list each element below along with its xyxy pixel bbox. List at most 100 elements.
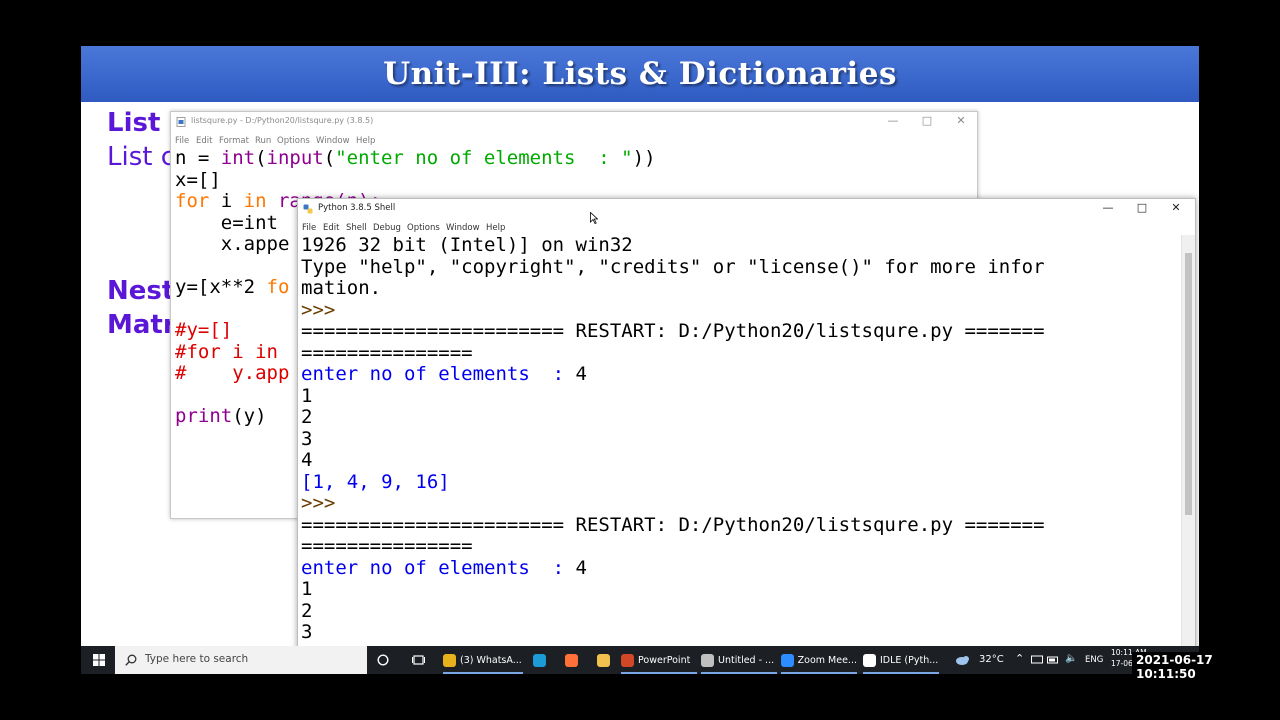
search-icon	[125, 654, 137, 666]
taskbar-app[interactable]: Zoom Mee...	[781, 646, 857, 674]
shell-line: 2	[301, 406, 313, 428]
shell-line: ======================= RESTART: D:/Pyth…	[301, 513, 1045, 536]
menu-window[interactable]: Window	[446, 223, 480, 233]
cortana-icon[interactable]	[377, 654, 389, 666]
shell-line: ===============	[301, 535, 473, 557]
slide-bullet-list-comprehension: List c	[107, 142, 176, 172]
minimize-icon[interactable]: —	[1098, 201, 1118, 214]
taskbar: Type here to search (3) WhatsA... PowerPo…	[81, 646, 1199, 674]
menu-help[interactable]: Help	[486, 223, 505, 233]
slide-title: Unit-III: Lists & Dictionaries	[383, 56, 897, 92]
minimize-icon[interactable]: —	[883, 114, 903, 127]
idle-icon	[863, 653, 876, 667]
app-active-indicator	[621, 672, 697, 674]
editor-title: listsqure.py - D:/Python20/listsqure.py …	[191, 116, 374, 125]
menu-window[interactable]: Window	[316, 136, 350, 146]
shell-line: 1	[301, 578, 313, 600]
taskbar-app[interactable]	[559, 646, 587, 674]
shell-user-input: 4	[575, 363, 587, 385]
editor-menubar: File Edit Format Run Options Window Help	[171, 134, 977, 148]
taskbar-app[interactable]: PowerPoint	[621, 646, 697, 674]
shell-line: enter no of elements : 4	[301, 363, 587, 385]
taskbar-app-label: Untitled - ...	[718, 654, 775, 666]
taskbar-app-label: Zoom Mee...	[797, 654, 857, 666]
shell-line: 4	[301, 449, 313, 471]
volume-icon[interactable]: 🔈	[1065, 653, 1077, 664]
mouse-cursor-icon	[590, 212, 598, 224]
taskbar-app[interactable]	[591, 646, 619, 674]
app-active-indicator	[863, 672, 939, 674]
slide-heading-matrix: Matr	[107, 310, 176, 340]
shell-line: 1	[301, 384, 313, 407]
zoom-icon	[781, 653, 794, 667]
shell-window[interactable]: Python 3.8.5 Shell — □ ✕ File Edit Shell…	[297, 198, 1196, 660]
shell-line: >>>	[301, 298, 347, 321]
menu-file[interactable]: File	[175, 136, 189, 146]
menu-file[interactable]: File	[302, 223, 316, 233]
scrollbar-thumb[interactable]	[1185, 253, 1192, 515]
menu-edit[interactable]: Edit	[196, 136, 212, 146]
chrome-icon	[443, 653, 456, 667]
taskbar-app[interactable]: (3) WhatsA...	[443, 646, 523, 674]
weather-icon[interactable]	[955, 654, 971, 666]
menu-options[interactable]: Options	[407, 223, 440, 233]
taskbar-search-box[interactable]: Type here to search	[115, 646, 367, 674]
close-icon[interactable]: ✕	[951, 114, 971, 127]
powerpoint-icon	[621, 653, 634, 667]
shell-line: 2	[301, 599, 313, 622]
shell-titlebar[interactable]: Python 3.8.5 Shell — □ ✕	[298, 199, 1195, 219]
shell-line: enter no of elements : 4	[301, 556, 587, 579]
maximize-icon[interactable]: □	[1132, 201, 1152, 214]
slide-heading-nested: Nest	[107, 276, 175, 306]
slide-heading-list: List	[107, 108, 161, 138]
windows-start-icon[interactable]	[93, 654, 105, 666]
search-placeholder: Type here to search	[145, 653, 249, 665]
maximize-icon[interactable]: □	[917, 114, 937, 127]
editor-titlebar[interactable]: listsqure.py - D:/Python20/listsqure.py …	[171, 112, 977, 132]
taskbar-app-label: IDLE (Pyth...	[880, 654, 939, 666]
menu-format[interactable]: Format	[219, 136, 249, 146]
weather-temp[interactable]: 32°C	[979, 654, 1004, 665]
task-view-icon[interactable]	[412, 654, 425, 666]
taskbar-app-label: (3) WhatsA...	[460, 654, 522, 666]
overlay-timestamp: 2021-06-17 10:11:50	[1132, 652, 1280, 682]
shell-output-area[interactable]: 1926 32 bit (Intel)] on win32 Type "help"…	[301, 234, 1045, 644]
shell-line: [1, 4, 9, 16]	[301, 470, 450, 493]
app-active-indicator	[701, 672, 777, 674]
menu-options[interactable]: Options	[277, 136, 310, 146]
shell-line: 3	[301, 427, 313, 450]
menu-run[interactable]: Run	[255, 136, 271, 146]
shell-line: ======================= RESTART: D:/Pyth…	[301, 320, 1045, 342]
menu-debug[interactable]: Debug	[373, 223, 401, 233]
language-indicator[interactable]: ENG	[1085, 655, 1103, 665]
shell-line: 3	[301, 621, 313, 643]
code-line-1: n = int(input("enter no of elements : ")…	[175, 147, 656, 169]
firefox-icon	[564, 653, 578, 667]
tray-chevron-up-icon[interactable]: ⌃	[1015, 652, 1024, 665]
network-icon[interactable]	[1031, 655, 1043, 665]
shell-line: Type "help", "copyright", "credits" or "…	[301, 255, 1045, 278]
shell-line: mation.	[301, 277, 382, 299]
menu-help[interactable]: Help	[356, 136, 375, 146]
menu-shell[interactable]: Shell	[346, 223, 367, 233]
taskbar-app[interactable]: IDLE (Pyth...	[863, 646, 939, 674]
shell-line: ===============	[301, 341, 473, 364]
shell-user-input: 4	[575, 556, 587, 579]
shell-line: >>>	[301, 492, 347, 514]
paint-icon	[701, 653, 714, 667]
app-active-indicator	[443, 672, 523, 674]
edge-icon	[532, 653, 546, 667]
shell-line: 1926 32 bit (Intel)] on win32	[301, 234, 633, 256]
slide-title-banner: Unit-III: Lists & Dictionaries	[81, 46, 1199, 102]
python-icon	[303, 204, 313, 214]
taskbar-app-label: PowerPoint	[638, 654, 691, 666]
battery-icon[interactable]	[1047, 655, 1059, 665]
close-icon[interactable]: ✕	[1166, 201, 1186, 214]
menu-edit[interactable]: Edit	[323, 223, 339, 233]
taskbar-app[interactable]	[527, 646, 555, 674]
folder-icon	[596, 653, 610, 667]
shell-scrollbar[interactable]	[1181, 235, 1195, 659]
python-file-icon	[176, 117, 186, 127]
taskbar-app[interactable]: Untitled - ...	[701, 646, 777, 674]
shell-title: Python 3.8.5 Shell	[318, 203, 396, 213]
